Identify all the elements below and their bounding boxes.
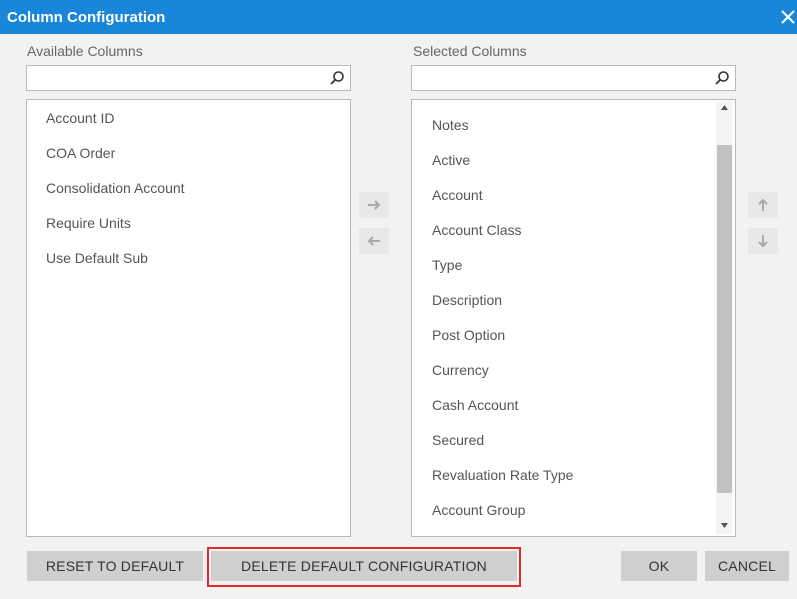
selected-item-revaluation-rate-type[interactable]: Revaluation Rate Type — [432, 467, 573, 483]
selected-item-description[interactable]: Description — [432, 292, 502, 308]
selected-item-cash-account[interactable]: Cash Account — [432, 397, 518, 413]
move-left-button[interactable] — [359, 228, 389, 254]
scrollbar-graphic — [716, 101, 733, 534]
ok-button[interactable]: OK — [621, 551, 697, 581]
selected-item-active[interactable]: Active — [432, 152, 470, 168]
cancel-button[interactable]: CANCEL — [705, 551, 789, 581]
selected-item-account-class[interactable]: Account Class — [432, 222, 521, 238]
available-search-field[interactable] — [26, 65, 351, 91]
search-icon[interactable] — [329, 70, 345, 86]
reset-to-default-button[interactable]: RESET TO DEFAULT — [27, 551, 203, 581]
selected-item-secured[interactable]: Secured — [432, 432, 484, 448]
selected-item-post-option[interactable]: Post Option — [432, 327, 505, 343]
selected-columns-list[interactable]: Notes Active Account Account Class Type … — [411, 99, 736, 537]
selected-item-notes[interactable]: Notes — [432, 117, 469, 133]
selected-item-currency[interactable]: Currency — [432, 362, 489, 378]
delete-default-configuration-button[interactable]: DELETE DEFAULT CONFIGURATION — [211, 551, 517, 581]
dialog-titlebar: Column Configuration — [0, 0, 797, 34]
scrollbar-thumb — [717, 145, 732, 493]
arrow-down-icon — [758, 235, 768, 248]
selected-columns-label: Selected Columns — [413, 43, 527, 59]
dialog-title: Column Configuration — [7, 9, 166, 26]
selected-search-input[interactable] — [412, 66, 717, 90]
available-columns-label: Available Columns — [27, 43, 143, 59]
arrow-right-icon — [368, 200, 381, 210]
selected-item-account[interactable]: Account — [432, 187, 483, 203]
available-columns-list[interactable]: Account ID COA Order Consolidation Accou… — [26, 99, 351, 537]
arrow-left-icon — [367, 236, 380, 246]
selected-item-type[interactable]: Type — [432, 257, 462, 273]
selected-item-account-group[interactable]: Account Group — [432, 502, 525, 518]
available-item-coa-order[interactable]: COA Order — [46, 145, 115, 161]
arrow-up-icon — [758, 198, 768, 211]
search-icon[interactable] — [714, 70, 730, 86]
move-up-button[interactable] — [748, 192, 778, 218]
available-item-consolidation-account[interactable]: Consolidation Account — [46, 180, 185, 196]
available-item-use-default-sub[interactable]: Use Default Sub — [46, 250, 148, 266]
available-item-require-units[interactable]: Require Units — [46, 215, 131, 231]
selected-search-field[interactable] — [411, 65, 736, 91]
available-item-account-id[interactable]: Account ID — [46, 110, 114, 126]
available-search-input[interactable] — [27, 66, 332, 90]
selected-list-scrollbar[interactable] — [716, 101, 733, 534]
close-icon-glyph — [781, 10, 795, 24]
close-icon[interactable] — [779, 7, 797, 27]
move-right-button[interactable] — [359, 192, 389, 218]
move-down-button[interactable] — [748, 228, 778, 254]
